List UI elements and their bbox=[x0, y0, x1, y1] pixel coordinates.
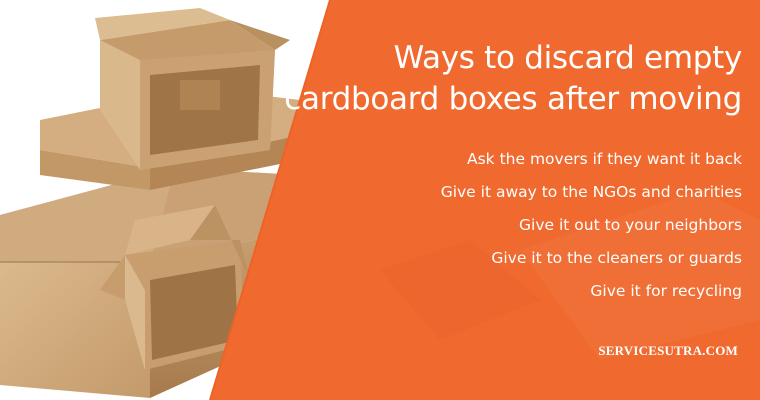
tip-item: Give it out to your neighbors bbox=[519, 216, 742, 234]
tips-list: Ask the movers if they want it back Give… bbox=[441, 143, 742, 308]
tip-item: Ask the movers if they want it back bbox=[467, 150, 742, 168]
tip-item: Give it away to the NGOs and charities bbox=[440, 183, 742, 201]
banner: Ways to discard empty cardboard boxes af… bbox=[0, 0, 760, 400]
brand-watermark: SERVICESUTRA.COM bbox=[598, 343, 738, 358]
headline-line-2: cardboard boxes after moving bbox=[284, 81, 742, 117]
tip-item: Give it to the cleaners or guards bbox=[491, 249, 742, 267]
headline: Ways to discard empty cardboard boxes af… bbox=[272, 38, 742, 120]
tip-item: Give it for recycling bbox=[590, 282, 742, 300]
headline-line-1: Ways to discard empty bbox=[393, 40, 743, 76]
